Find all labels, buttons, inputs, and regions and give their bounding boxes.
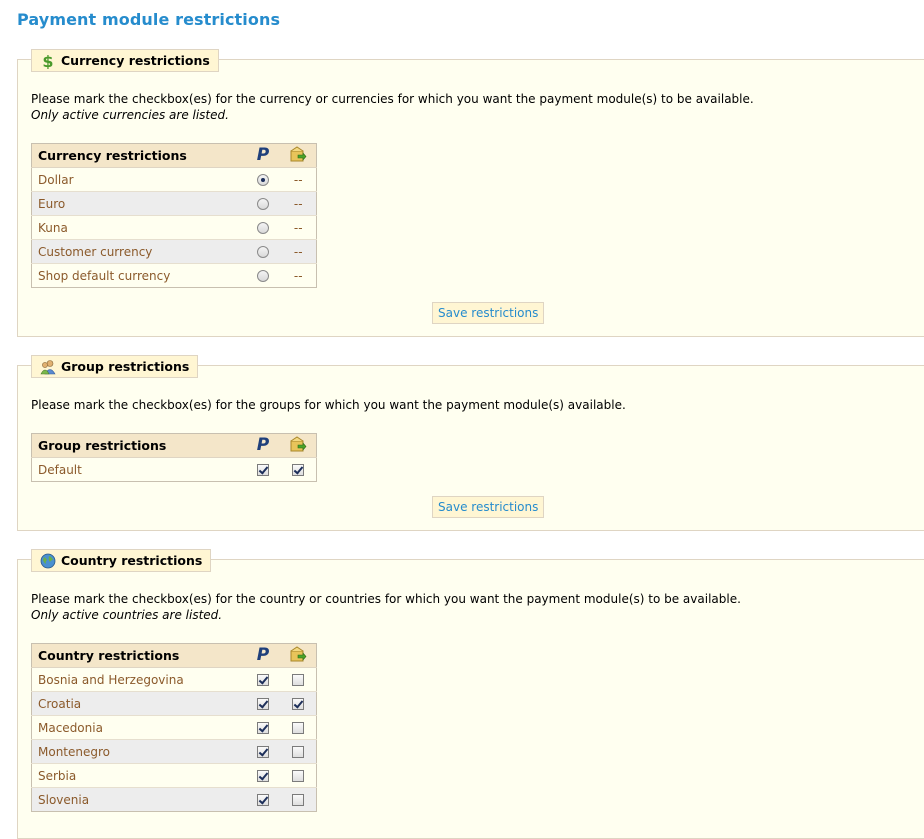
currency-legend-label: Currency restrictions bbox=[61, 53, 210, 68]
table-row: Slovenia bbox=[31, 787, 317, 812]
group-label: Default bbox=[38, 462, 82, 477]
country-restrictions-panel: Country restrictions Please mark the che… bbox=[17, 549, 924, 839]
currency-dash: -- bbox=[280, 167, 317, 192]
currency-radio-euro[interactable] bbox=[256, 198, 269, 210]
currency-label: Kuna bbox=[31, 215, 245, 240]
country-label: Montenegro bbox=[31, 739, 245, 764]
group-default-paypal-checkbox[interactable] bbox=[256, 464, 269, 476]
country-note: Only active countries are listed. bbox=[31, 608, 223, 622]
country-label: Bosnia and Herzegovina bbox=[31, 667, 245, 692]
country-montenegro-paypal-checkbox[interactable] bbox=[256, 746, 269, 758]
table-row: Euro -- bbox=[31, 191, 317, 216]
module-box-icon bbox=[289, 146, 307, 165]
table-row: Kuna -- bbox=[31, 215, 317, 240]
country-bosnia-module-checkbox[interactable] bbox=[292, 674, 305, 686]
currency-radio-dollar[interactable] bbox=[256, 174, 269, 186]
currency-table-header: Currency restrictions bbox=[31, 143, 245, 168]
module-box-icon bbox=[289, 436, 307, 455]
country-macedonia-module-checkbox[interactable] bbox=[292, 722, 305, 734]
table-row: Montenegro bbox=[31, 739, 317, 764]
group-table: Group restrictions P Default bbox=[31, 433, 317, 482]
country-macedonia-paypal-checkbox[interactable] bbox=[256, 722, 269, 734]
group-default-module-checkbox[interactable] bbox=[292, 464, 305, 476]
currency-note: Only active currencies are listed. bbox=[31, 108, 229, 122]
module-column-header bbox=[280, 143, 317, 168]
country-legend-label: Country restrictions bbox=[61, 553, 203, 568]
country-croatia-module-checkbox[interactable] bbox=[292, 698, 305, 710]
country-slovenia-module-checkbox[interactable] bbox=[292, 794, 305, 806]
country-serbia-paypal-checkbox[interactable] bbox=[256, 770, 269, 782]
currency-radio-shop-default[interactable] bbox=[256, 270, 269, 282]
group-restrictions-legend: Group restrictions bbox=[31, 355, 199, 378]
paypal-column-header: P bbox=[244, 433, 281, 458]
country-label: Serbia bbox=[31, 763, 245, 788]
currency-table: Currency restrictions P Dollar -- Euro -… bbox=[31, 143, 317, 288]
page-title: Payment module restrictions bbox=[17, 10, 281, 29]
dollar-icon: $ bbox=[40, 53, 56, 69]
currency-label: Euro bbox=[31, 191, 245, 216]
country-montenegro-module-checkbox[interactable] bbox=[292, 746, 305, 758]
country-label: Slovenia bbox=[31, 787, 245, 812]
country-croatia-paypal-checkbox[interactable] bbox=[256, 698, 269, 710]
group-legend-label: Group restrictions bbox=[61, 359, 190, 374]
currency-radio-kuna[interactable] bbox=[256, 222, 269, 234]
paypal-icon: P bbox=[255, 435, 271, 456]
currency-radio-customer[interactable] bbox=[256, 246, 269, 258]
module-column-header bbox=[280, 643, 317, 668]
module-box-icon bbox=[289, 646, 307, 665]
currency-label: Dollar bbox=[31, 167, 245, 192]
globe-icon bbox=[40, 553, 56, 569]
table-row: Bosnia and Herzegovina bbox=[31, 667, 317, 692]
currency-dash: -- bbox=[280, 239, 317, 264]
save-group-restrictions-button[interactable]: Save restrictions bbox=[432, 496, 545, 518]
paypal-icon: P bbox=[255, 145, 271, 166]
currency-description: Please mark the checkbox(es) for the cur… bbox=[31, 91, 754, 123]
paypal-icon: P bbox=[255, 645, 271, 666]
currency-dash: -- bbox=[280, 215, 317, 240]
currency-dash: -- bbox=[280, 191, 317, 216]
group-restrictions-panel: Group restrictions Please mark the check… bbox=[17, 355, 924, 531]
svg-text:P: P bbox=[256, 645, 269, 663]
country-table-header: Country restrictions bbox=[31, 643, 245, 668]
svg-text:P: P bbox=[256, 145, 269, 163]
table-row: Serbia bbox=[31, 763, 317, 788]
group-desc-text: Please mark the checkbox(es) for the gro… bbox=[31, 398, 626, 412]
paypal-column-header: P bbox=[244, 143, 281, 168]
country-bosnia-paypal-checkbox[interactable] bbox=[256, 674, 269, 686]
table-row: Macedonia bbox=[31, 715, 317, 740]
currency-desc-text: Please mark the checkbox(es) for the cur… bbox=[31, 92, 754, 106]
currency-restrictions-legend: $ Currency restrictions bbox=[31, 49, 219, 72]
table-row: Croatia bbox=[31, 691, 317, 716]
table-row: Dollar -- bbox=[31, 167, 317, 192]
table-row: Default bbox=[32, 458, 317, 482]
save-currency-restrictions-button[interactable]: Save restrictions bbox=[432, 302, 545, 324]
currency-dash: -- bbox=[293, 268, 303, 283]
country-description: Please mark the checkbox(es) for the cou… bbox=[31, 591, 741, 623]
country-label: Croatia bbox=[31, 691, 245, 716]
table-row: Customer currency -- bbox=[31, 239, 317, 264]
svg-text:P: P bbox=[256, 435, 269, 453]
module-column-header bbox=[280, 433, 317, 458]
country-desc-text: Please mark the checkbox(es) for the cou… bbox=[31, 592, 741, 606]
paypal-column-header: P bbox=[244, 643, 281, 668]
group-icon bbox=[40, 359, 56, 375]
country-table: Country restrictions P Bosnia and Herzeg… bbox=[31, 643, 317, 812]
country-serbia-module-checkbox[interactable] bbox=[292, 770, 305, 782]
country-slovenia-paypal-checkbox[interactable] bbox=[256, 794, 269, 806]
group-description: Please mark the checkbox(es) for the gro… bbox=[31, 397, 626, 413]
group-table-header: Group restrictions bbox=[31, 433, 245, 458]
svg-text:$: $ bbox=[42, 53, 53, 69]
country-label: Macedonia bbox=[31, 715, 245, 740]
table-row: Shop default currency -- bbox=[32, 264, 317, 288]
currency-label: Shop default currency bbox=[38, 268, 171, 283]
country-restrictions-legend: Country restrictions bbox=[31, 549, 212, 572]
currency-label: Customer currency bbox=[31, 239, 245, 264]
currency-restrictions-panel: $ Currency restrictions Please mark the … bbox=[17, 49, 924, 337]
